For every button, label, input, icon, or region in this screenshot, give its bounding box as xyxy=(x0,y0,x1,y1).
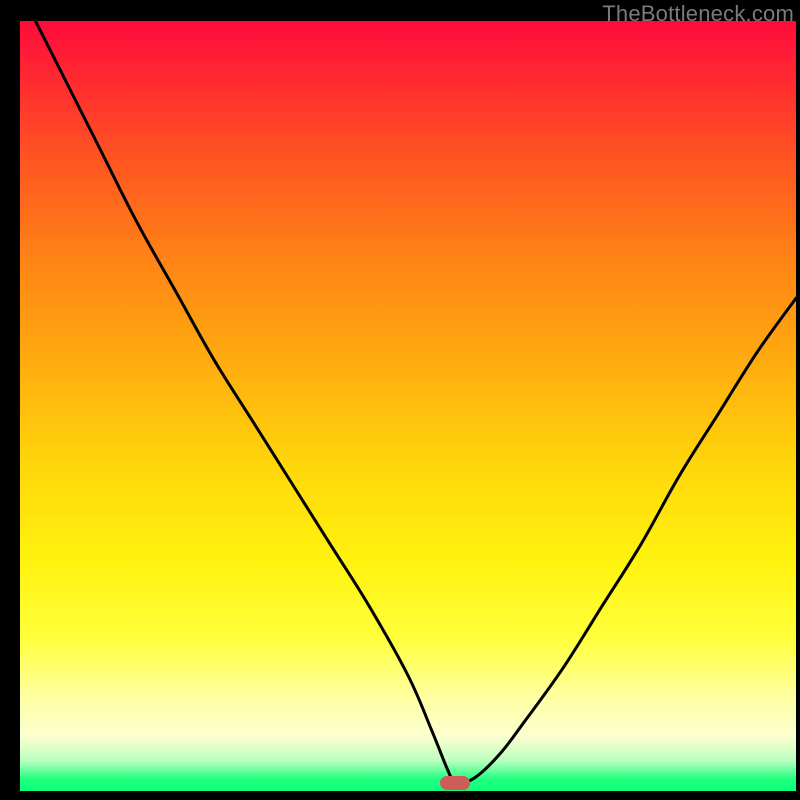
plot-area xyxy=(20,21,796,791)
bottleneck-curve xyxy=(20,21,796,791)
chart-frame: TheBottleneck.com xyxy=(0,0,800,800)
watermark-text: TheBottleneck.com xyxy=(602,1,794,27)
optimal-marker xyxy=(440,776,470,790)
